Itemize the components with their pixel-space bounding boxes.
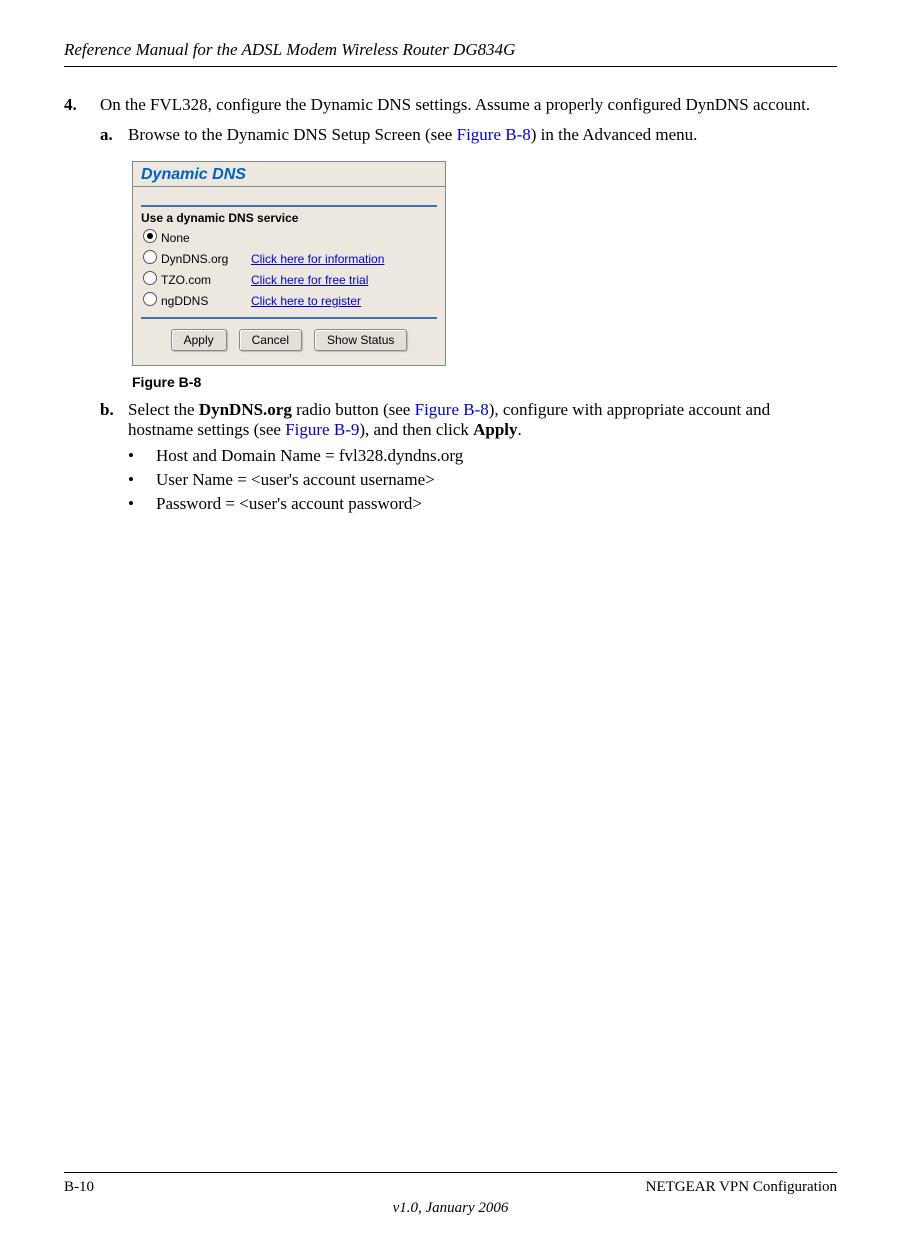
dynamic-dns-panel: Dynamic DNS Use a dynamic DNS service No… — [132, 161, 446, 366]
figure-b8-link-2[interactable]: Figure B-8 — [415, 400, 489, 419]
step-4-text: On the FVL328, configure the Dynamic DNS… — [100, 95, 810, 115]
step-4-number: 4. — [64, 95, 100, 115]
radio-ngddns[interactable] — [143, 292, 157, 306]
step-4a-pre: Browse to the Dynamic DNS Setup Screen (… — [128, 125, 457, 144]
step-4b: b. Select the DynDNS.org radio button (s… — [100, 400, 837, 440]
ddns-option-dyndns[interactable]: DynDNS.org Click here for information — [133, 248, 445, 269]
bullet-dot: • — [128, 470, 156, 490]
header-rule — [64, 66, 837, 67]
step-4a-post: ) in the Advanced menu. — [531, 125, 698, 144]
step-4b-letter: b. — [100, 400, 128, 440]
step-4b-text: Select the DynDNS.org radio button (see … — [128, 400, 837, 440]
ddns-label-none: None — [161, 231, 251, 245]
ddns-label-tzo: TZO.com — [161, 273, 251, 287]
bullet-dot: • — [128, 494, 156, 514]
ddns-link-dyndns[interactable]: Click here for information — [251, 252, 384, 266]
ddns-option-none[interactable]: None — [133, 227, 445, 248]
footer-section: NETGEAR VPN Configuration — [646, 1179, 837, 1196]
show-status-button[interactable]: Show Status — [314, 329, 407, 351]
sb-t1: Select the — [128, 400, 199, 419]
step-4a-letter: a. — [100, 125, 128, 145]
bullet-list: • Host and Domain Name = fvl328.dyndns.o… — [128, 446, 837, 514]
step-4a-text: Browse to the Dynamic DNS Setup Screen (… — [128, 125, 697, 145]
sb-t5: . — [518, 420, 522, 439]
page-number: B-10 — [64, 1179, 94, 1196]
radio-dyndns[interactable] — [143, 250, 157, 264]
sb-bold2: Apply — [473, 420, 517, 439]
figure-b9-link[interactable]: Figure B-9 — [285, 420, 359, 439]
radio-none[interactable] — [143, 229, 157, 243]
ddns-option-tzo[interactable]: TZO.com Click here for free trial — [133, 269, 445, 290]
figure-b8-link[interactable]: Figure B-8 — [457, 125, 531, 144]
list-item: • Host and Domain Name = fvl328.dyndns.o… — [128, 446, 837, 466]
bullet-dot: • — [128, 446, 156, 466]
step-4: 4. On the FVL328, configure the Dynamic … — [64, 95, 837, 115]
footer-rule — [64, 1172, 837, 1173]
ddns-link-tzo[interactable]: Click here for free trial — [251, 273, 368, 287]
ddns-label-dyndns: DynDNS.org — [161, 252, 251, 266]
footer-date: v1.0, January 2006 — [64, 1200, 837, 1217]
ddns-link-ngddns[interactable]: Click here to register — [251, 294, 361, 308]
figure-caption: Figure B-8 — [132, 374, 837, 390]
sb-t4: ), and then click — [359, 420, 473, 439]
list-item: • User Name = <user's account username> — [128, 470, 837, 490]
sb-bold1: DynDNS.org — [199, 400, 292, 419]
step-4a: a. Browse to the Dynamic DNS Setup Scree… — [100, 125, 837, 145]
bullet-text-1: Host and Domain Name = fvl328.dyndns.org — [156, 446, 463, 466]
ddns-label-ngddns: ngDDNS — [161, 294, 251, 308]
ddns-option-ngddns[interactable]: ngDDNS Click here to register — [133, 290, 445, 311]
doc-title: Reference Manual for the ADSL Modem Wire… — [64, 40, 837, 60]
button-bar: Apply Cancel Show Status — [141, 317, 437, 357]
bullet-text-3: Password = <user's account password> — [156, 494, 422, 514]
apply-button[interactable]: Apply — [171, 329, 227, 351]
sb-t2: radio button (see — [292, 400, 415, 419]
cancel-button[interactable]: Cancel — [239, 329, 302, 351]
radio-tzo[interactable] — [143, 271, 157, 285]
footer: B-10 NETGEAR VPN Configuration v1.0, Jan… — [64, 1172, 837, 1217]
bullet-text-2: User Name = <user's account username> — [156, 470, 435, 490]
list-item: • Password = <user's account password> — [128, 494, 837, 514]
panel-subtitle: Use a dynamic DNS service — [141, 205, 437, 225]
panel-title: Dynamic DNS — [133, 162, 445, 187]
